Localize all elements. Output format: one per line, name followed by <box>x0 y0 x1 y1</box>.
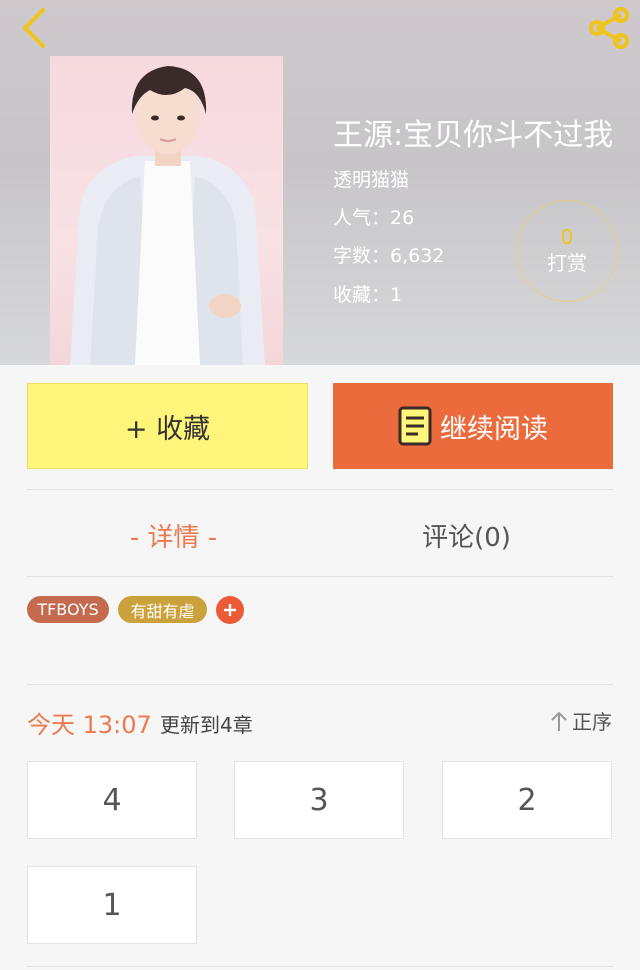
chapter-item[interactable]: 2 <box>442 761 612 839</box>
share-icon <box>589 7 629 49</box>
popularity-stat: 人气：26 <box>333 207 415 229</box>
add-tag-button[interactable] <box>216 596 244 624</box>
divider <box>27 684 613 685</box>
arrow-up-icon <box>551 711 567 731</box>
tag-sweet-angst[interactable]: 有甜有虐 <box>118 596 207 623</box>
continue-reading-button[interactable]: 继续阅读 <box>333 383 613 469</box>
sort-order-label: 正序 <box>572 710 612 734</box>
plus-icon <box>224 604 236 616</box>
author-name[interactable]: 透明猫猫 <box>333 165 409 192</box>
reward-button[interactable]: 0 打赏 <box>516 200 618 302</box>
book-header: 王源:宝贝你斗不过我 透明猫猫 人气：26 字数：6,632 收藏：1 0 打赏 <box>0 0 640 365</box>
divider <box>27 966 613 967</box>
tab-details[interactable]: - 详情 - <box>27 512 320 558</box>
book-icon <box>398 406 432 446</box>
chapter-item[interactable]: 4 <box>27 761 197 839</box>
add-to-favorites-button[interactable]: + 收藏 <box>27 383 308 469</box>
reward-count: 0 <box>560 225 574 249</box>
chapter-item[interactable]: 3 <box>234 761 404 839</box>
cover-illustration <box>70 66 265 365</box>
tab-comments[interactable]: 评论(0) <box>320 512 613 558</box>
reward-label: 打赏 <box>547 251 587 275</box>
divider <box>27 489 613 490</box>
book-cover-image <box>50 56 283 365</box>
share-button[interactable] <box>584 6 634 50</box>
continue-reading-label: 继续阅读 <box>440 413 548 445</box>
back-button[interactable] <box>12 4 56 52</box>
chapter-item[interactable]: 1 <box>27 866 197 944</box>
update-status: 更新到4章 <box>160 713 253 737</box>
word-count-stat: 字数：6,632 <box>333 245 445 267</box>
tag-tfboys[interactable]: TFBOYS <box>27 596 109 623</box>
favorites-stat: 收藏：1 <box>333 284 403 306</box>
divider <box>27 576 613 577</box>
sort-order-button[interactable]: 正序 <box>550 706 612 735</box>
add-to-favorites-label: + 收藏 <box>124 413 211 445</box>
update-time: 今天 13:07 <box>27 711 152 739</box>
book-title: 王源:宝贝你斗不过我 <box>333 118 614 153</box>
chevron-left-icon <box>23 8 45 48</box>
